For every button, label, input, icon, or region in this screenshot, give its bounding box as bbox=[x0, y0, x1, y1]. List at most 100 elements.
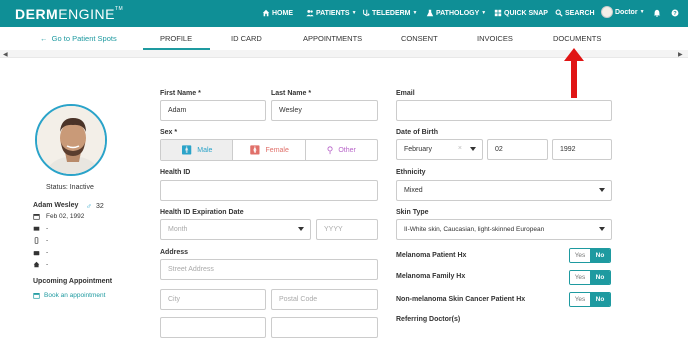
nav-pathology[interactable]: PATHOLOGY ▼ bbox=[426, 9, 486, 17]
nav-quick-snap[interactable]: QUICK SNAP bbox=[494, 9, 548, 17]
home-icon bbox=[262, 9, 270, 17]
chevron-down-icon: ▼ bbox=[481, 10, 487, 16]
dob-day-field[interactable]: 02 bbox=[487, 139, 548, 160]
dob-year-field[interactable]: 1992 bbox=[552, 139, 612, 160]
calendar-icon bbox=[33, 214, 40, 220]
tab-invoices[interactable]: INVOICES bbox=[477, 34, 513, 43]
sex-other-option[interactable]: ⚲ Other bbox=[306, 140, 377, 160]
logo-engine: ENGINE bbox=[58, 6, 115, 22]
help-icon: ? bbox=[671, 9, 679, 17]
nav-telederm[interactable]: TELEDERM ▼ bbox=[362, 9, 417, 17]
arrow-left-icon: ← bbox=[40, 34, 48, 43]
active-tab-indicator bbox=[143, 48, 210, 50]
nav-telederm-label: TELEDERM bbox=[372, 9, 411, 17]
tab-id-card[interactable]: ID CARD bbox=[231, 34, 262, 43]
tab-consent[interactable]: CONSENT bbox=[401, 34, 438, 43]
svg-text:?: ? bbox=[673, 11, 677, 17]
last-name-label: Last Name * bbox=[271, 90, 312, 97]
scroll-left-icon[interactable]: ◀ bbox=[3, 51, 8, 58]
tab-documents[interactable]: DOCUMENTS bbox=[553, 34, 601, 43]
dob-month-select[interactable]: February × bbox=[396, 139, 483, 160]
sex-male-label: Male bbox=[197, 146, 213, 154]
patient-dob-line: Feb 02, 1992 bbox=[33, 213, 84, 220]
nav-patients[interactable]: PATIENTS ▼ bbox=[306, 9, 357, 17]
grid-icon bbox=[494, 9, 502, 17]
tab-profile[interactable]: PROFILE bbox=[160, 34, 192, 43]
users-icon bbox=[306, 9, 314, 17]
skin-type-value: II-White skin, Caucasian, light-skinned … bbox=[404, 226, 545, 233]
help-button[interactable]: ? bbox=[671, 9, 679, 17]
mobile-icon bbox=[34, 237, 39, 244]
ethnicity-value: Mixed bbox=[404, 187, 423, 194]
province-field[interactable] bbox=[271, 317, 378, 338]
avatar bbox=[601, 6, 613, 18]
health-id-expiration-label: Health ID Expiration Date bbox=[160, 209, 244, 216]
patient-email-line: - bbox=[33, 225, 48, 232]
chevron-down-icon: ▼ bbox=[351, 10, 357, 16]
sex-label: Sex * bbox=[160, 129, 178, 136]
nav-user-menu[interactable]: Doctor ▼ bbox=[601, 6, 645, 18]
patient-home: - bbox=[46, 261, 49, 268]
address-label: Address bbox=[160, 249, 189, 256]
chevron-down-icon: ▼ bbox=[639, 9, 645, 15]
patient-work-line: - bbox=[33, 249, 48, 256]
sex-selector: 🚹︎ Male 🚺︎ Female ⚲ Other bbox=[160, 139, 378, 161]
brand-logo[interactable]: DERMENGINETM bbox=[15, 6, 123, 22]
sex-female-option[interactable]: 🚺︎ Female bbox=[233, 140, 306, 160]
clear-icon[interactable]: × bbox=[458, 145, 462, 152]
notifications-button[interactable] bbox=[653, 9, 661, 17]
envelope-icon bbox=[33, 226, 40, 231]
home-icon bbox=[33, 261, 40, 268]
scroll-right-icon[interactable]: ▶ bbox=[678, 51, 683, 58]
nav-patients-label: PATIENTS bbox=[316, 9, 350, 17]
melanoma-hx-yes[interactable]: Yes bbox=[570, 249, 590, 262]
melanoma-family-label: Melanoma Family Hx bbox=[396, 273, 466, 280]
nonmelanoma-yes[interactable]: Yes bbox=[570, 293, 590, 306]
nonmelanoma-no[interactable]: No bbox=[590, 293, 610, 306]
book-appointment-label: Book an appointment bbox=[44, 292, 106, 299]
sex-male-option[interactable]: 🚹︎ Male bbox=[161, 140, 234, 160]
melanoma-family-yes[interactable]: Yes bbox=[570, 271, 590, 284]
male-icon: ♂ bbox=[86, 202, 92, 211]
other-person-icon: ⚲ bbox=[326, 144, 334, 155]
stethoscope-icon bbox=[363, 9, 370, 17]
chevron-down-icon bbox=[599, 227, 605, 231]
patient-avatar[interactable] bbox=[35, 104, 107, 176]
health-id-field[interactable] bbox=[160, 180, 378, 201]
chevron-down-icon bbox=[470, 147, 476, 151]
first-name-field[interactable]: Adam bbox=[160, 100, 266, 121]
patient-age: ♂ 32 bbox=[86, 202, 104, 211]
expiration-month-select[interactable]: Month bbox=[160, 219, 311, 240]
email-field[interactable] bbox=[396, 100, 612, 121]
patient-name: Adam Wesley bbox=[33, 202, 79, 209]
city-field[interactable]: City bbox=[160, 289, 266, 310]
skin-type-select[interactable]: II-White skin, Caucasian, light-skinned … bbox=[396, 219, 612, 240]
dob-label: Date of Birth bbox=[396, 129, 438, 136]
back-link-label: Go to Patient Spots bbox=[51, 34, 117, 43]
ethnicity-select[interactable]: Mixed bbox=[396, 180, 612, 201]
ethnicity-label: Ethnicity bbox=[396, 169, 426, 176]
search-icon bbox=[555, 9, 563, 17]
female-person-icon: 🚺︎ bbox=[249, 144, 261, 155]
melanoma-family-no[interactable]: No bbox=[590, 271, 610, 284]
nav-home[interactable]: HOME bbox=[262, 9, 293, 17]
nav-quick-snap-label: QUICK SNAP bbox=[504, 9, 548, 17]
expiration-year-field[interactable]: YYYY bbox=[316, 219, 378, 240]
annotation-arrow-icon bbox=[564, 48, 584, 98]
postal-code-field[interactable]: Postal Code bbox=[271, 289, 378, 310]
last-name-field[interactable]: Wesley bbox=[271, 100, 378, 121]
sex-other-label: Other bbox=[338, 146, 356, 154]
street-address-field[interactable]: Street Address bbox=[160, 259, 378, 280]
melanoma-hx-label: Melanoma Patient Hx bbox=[396, 252, 467, 259]
chevron-down-icon bbox=[298, 227, 304, 231]
calendar-plus-icon bbox=[33, 293, 40, 299]
book-appointment-link[interactable]: Book an appointment bbox=[33, 292, 105, 299]
nav-search[interactable]: SEARCH bbox=[555, 9, 595, 17]
bell-icon bbox=[653, 9, 661, 17]
patient-phone-line: - bbox=[33, 237, 48, 244]
logo-tm: TM bbox=[114, 6, 124, 12]
tab-appointments[interactable]: APPOINTMENTS bbox=[303, 34, 362, 43]
melanoma-hx-no[interactable]: No bbox=[590, 249, 610, 262]
country-field[interactable] bbox=[160, 317, 266, 338]
back-to-patient-spots-link[interactable]: ← Go to Patient Spots bbox=[40, 34, 117, 43]
